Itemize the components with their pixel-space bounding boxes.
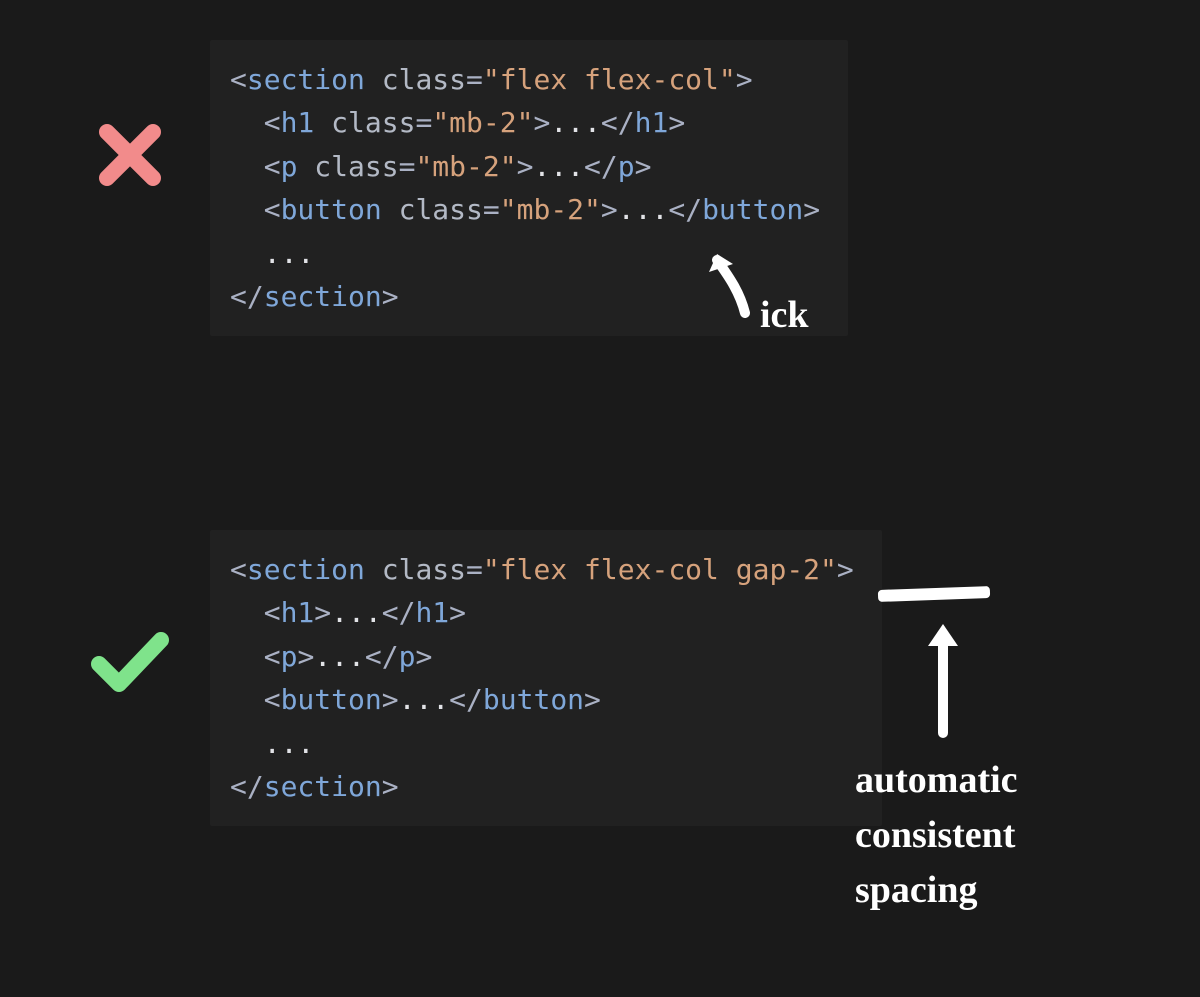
annotation-ick: ick	[760, 295, 809, 337]
code-line: <p class="mb-2">...</p>	[230, 145, 820, 188]
code-line: <section class="flex flex-col">	[230, 58, 820, 101]
annotation-line-3: spacing	[855, 870, 977, 912]
underline-mark	[878, 586, 990, 602]
code-block-good: <section class="flex flex-col gap-2"> <h…	[210, 530, 882, 826]
cross-icon	[80, 120, 180, 190]
arrow-icon	[705, 248, 765, 318]
arrow-icon	[918, 618, 968, 738]
code-line: <section class="flex flex-col gap-2">	[230, 548, 854, 591]
code-line: ...	[230, 722, 854, 765]
code-line: <p>...</p>	[230, 635, 854, 678]
code-line: </section>	[230, 765, 854, 808]
check-icon	[80, 630, 180, 696]
annotation-line-1: automatic	[855, 760, 1018, 802]
annotation-line-2: consistent	[855, 815, 1015, 857]
code-line: <button class="mb-2">...</button>	[230, 188, 820, 231]
code-line: <h1>...</h1>	[230, 591, 854, 634]
code-line: <button>...</button>	[230, 678, 854, 721]
code-line: <h1 class="mb-2">...</h1>	[230, 101, 820, 144]
